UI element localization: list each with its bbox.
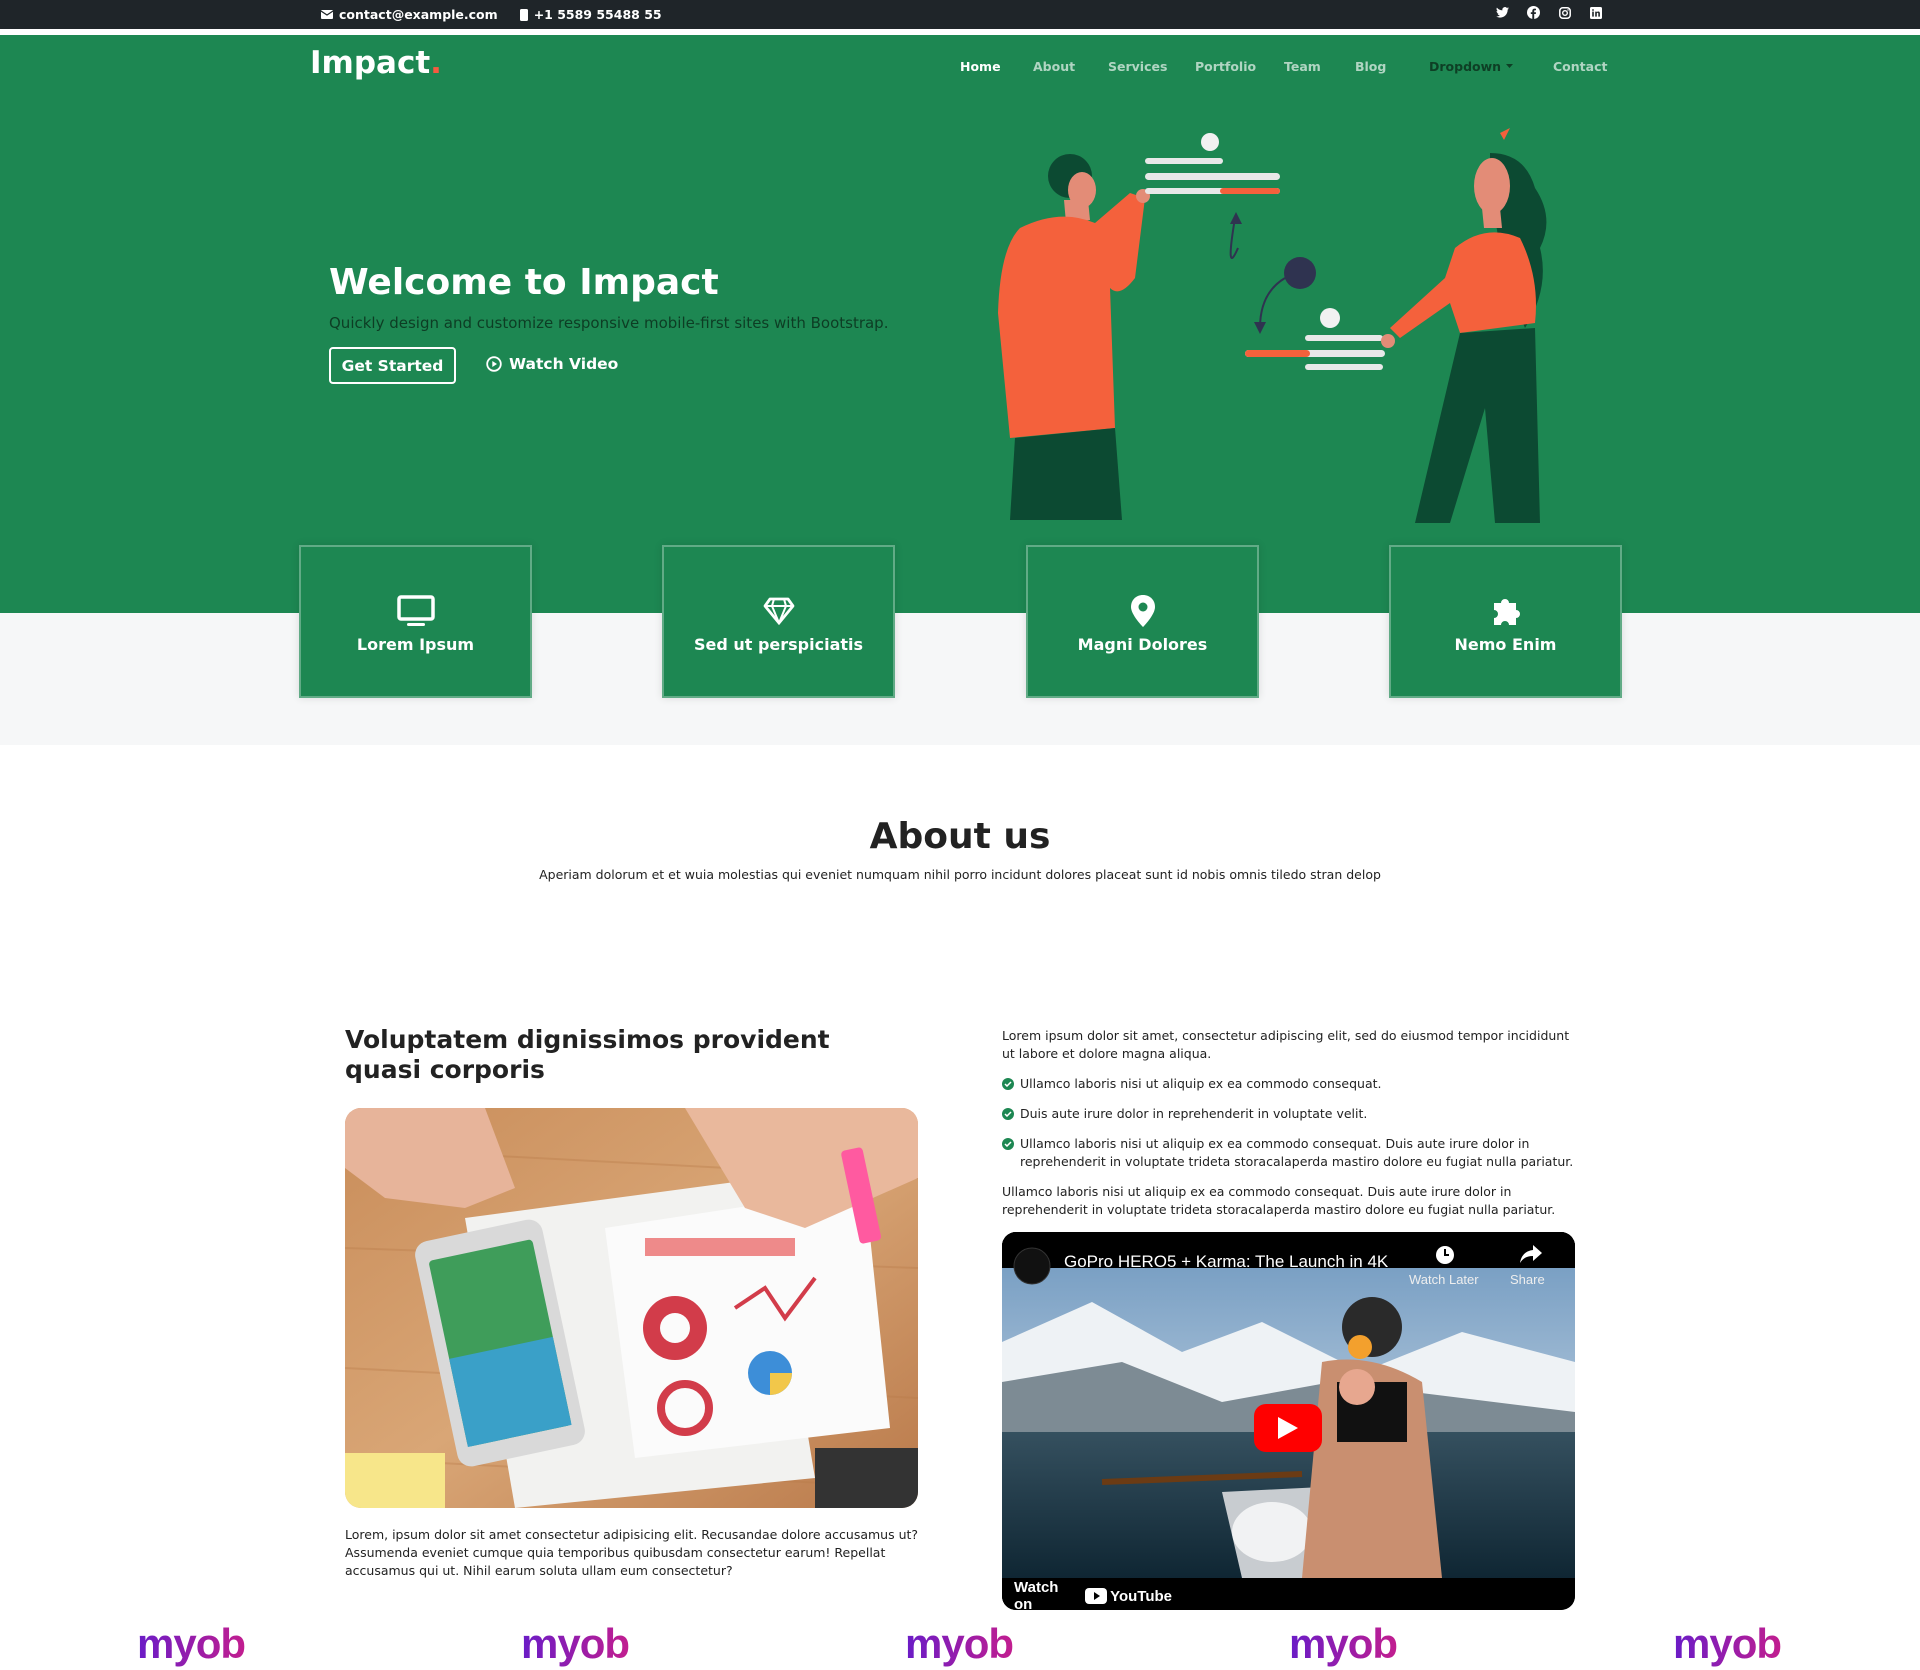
- brand-logo[interactable]: Impact.: [310, 45, 442, 81]
- chevron-down-icon: [1506, 64, 1514, 68]
- youtube-embed[interactable]: GoPro HERO5 + Karma: The Launch in 4K Wa…: [1002, 1232, 1575, 1610]
- feature-card-label: Magni Dolores: [1077, 635, 1208, 654]
- hero-illustration: [998, 128, 1547, 523]
- check-item-text: Duis aute irure dolor in reprehenderit i…: [1020, 1106, 1368, 1121]
- watch-later-label[interactable]: Watch Later: [1409, 1272, 1479, 1287]
- instagram-icon[interactable]: [1558, 6, 1571, 19]
- facebook-icon[interactable]: [1527, 6, 1540, 19]
- youtube-icon: [1085, 1588, 1108, 1604]
- client-logo: myob: [1289, 1620, 1398, 1667]
- video-title[interactable]: GoPro HERO5 + Karma: The Launch in 4K: [1064, 1252, 1388, 1272]
- envelope-icon: [321, 10, 333, 19]
- check-item-text: Ullamco laboris nisi ut aliquip ex ea co…: [1020, 1076, 1382, 1091]
- client-logo: myob: [1673, 1620, 1782, 1667]
- about-right-outro: Ullamco laboris nisi ut aliquip ex ea co…: [1002, 1184, 1556, 1217]
- about-left-text: Lorem, ipsum dolor sit amet consectetur …: [345, 1527, 919, 1578]
- feature-strip: [0, 613, 1920, 745]
- about-photo: [345, 1108, 918, 1508]
- nav-portfolio[interactable]: Portfolio: [1195, 59, 1256, 74]
- client-logo: myob: [905, 1620, 1014, 1667]
- about-title: About us: [869, 816, 1051, 857]
- check-circle-icon: [1002, 1078, 1014, 1090]
- feature-card-nemo-enim[interactable]: Nemo Enim: [1389, 545, 1622, 698]
- client-logo: myob: [137, 1620, 246, 1667]
- check-circle-icon: [1002, 1108, 1014, 1120]
- brand-dot: .: [430, 45, 442, 81]
- youtube-label: YouTube: [1110, 1587, 1172, 1605]
- feature-card-label: Lorem Ipsum: [356, 635, 475, 654]
- share-label[interactable]: Share: [1510, 1272, 1545, 1287]
- social-links: [1496, 6, 1602, 19]
- linkedin-icon[interactable]: [1589, 6, 1602, 19]
- nav-services[interactable]: Services: [1108, 59, 1167, 74]
- twitter-icon[interactable]: [1496, 6, 1509, 19]
- client-logo: myob: [521, 1620, 630, 1667]
- get-started-button[interactable]: Get Started: [329, 347, 456, 384]
- feature-card-sed-ut[interactable]: Sed ut perspiciatis: [662, 545, 895, 698]
- watch-on-youtube-button[interactable]: Watch on YouTube: [1002, 1579, 1172, 1610]
- nav-dropdown-label: Dropdown: [1429, 59, 1502, 74]
- play-icon: [1278, 1417, 1298, 1439]
- phone-icon: [519, 8, 528, 21]
- nav-team[interactable]: Team: [1284, 59, 1321, 74]
- watch-video-button[interactable]: Watch Video: [486, 355, 618, 373]
- contact-info: contact@example.com +1 5589 55488 55: [321, 7, 662, 22]
- check-item: Ullamco laboris nisi ut aliquip ex ea co…: [1002, 1135, 1582, 1171]
- nav-blog[interactable]: Blog: [1355, 59, 1386, 74]
- about-right-intro: Lorem ipsum dolor sit amet, consectetur …: [1002, 1028, 1570, 1061]
- phone-text: +1 5589 55488 55: [533, 7, 662, 22]
- email-link[interactable]: contact@example.com: [321, 7, 498, 22]
- hero-section: [0, 35, 1920, 613]
- monitor-icon: [396, 595, 435, 626]
- brand-name: Impact: [310, 45, 431, 81]
- nav-contact[interactable]: Contact: [1553, 59, 1607, 74]
- watch-on-label: Watch on: [1014, 1579, 1059, 1610]
- check-item: Ullamco laboris nisi ut aliquip ex ea co…: [1002, 1075, 1582, 1093]
- share-arrow-icon[interactable]: [1520, 1245, 1542, 1263]
- feature-card-label: Sed ut perspiciatis: [693, 635, 864, 654]
- play-circle-icon: [486, 356, 502, 372]
- check-item-text: Ullamco laboris nisi ut aliquip ex ea co…: [1020, 1136, 1574, 1169]
- map-pin-icon: [1130, 595, 1155, 627]
- client-logos: myob myob myob myob myob: [0, 1620, 1920, 1670]
- clock-icon[interactable]: [1435, 1245, 1455, 1265]
- top-bar: contact@example.com +1 5589 55488 55: [0, 0, 1920, 29]
- check-item: Duis aute irure dolor in reprehenderit i…: [1002, 1105, 1582, 1123]
- feature-card-label: Nemo Enim: [1454, 635, 1557, 654]
- play-button[interactable]: [1254, 1404, 1322, 1452]
- about-right-column: Lorem ipsum dolor sit amet, consectetur …: [1002, 1027, 1582, 1231]
- about-left-heading: Voluptatem dignissimos provident quasi c…: [345, 1025, 830, 1084]
- puzzle-icon: [1493, 599, 1520, 625]
- nav-home[interactable]: Home: [960, 59, 1001, 74]
- feature-card-lorem-ipsum[interactable]: Lorem Ipsum: [299, 545, 532, 698]
- nav-about[interactable]: About: [1033, 59, 1075, 74]
- about-subtitle: Aperiam dolorum et et wuia molestias qui…: [539, 867, 1381, 882]
- feature-card-magni-dolores[interactable]: Magni Dolores: [1026, 545, 1259, 698]
- hero-subtitle: Quickly design and customize responsive …: [329, 314, 889, 332]
- phone-link[interactable]: +1 5589 55488 55: [519, 7, 662, 22]
- gem-icon: [763, 597, 794, 625]
- email-text: contact@example.com: [339, 7, 498, 22]
- nav-dropdown[interactable]: Dropdown: [1429, 59, 1514, 74]
- check-circle-icon: [1002, 1138, 1014, 1150]
- watch-video-label: Watch Video: [509, 355, 619, 373]
- hero-title: Welcome to Impact: [329, 262, 719, 303]
